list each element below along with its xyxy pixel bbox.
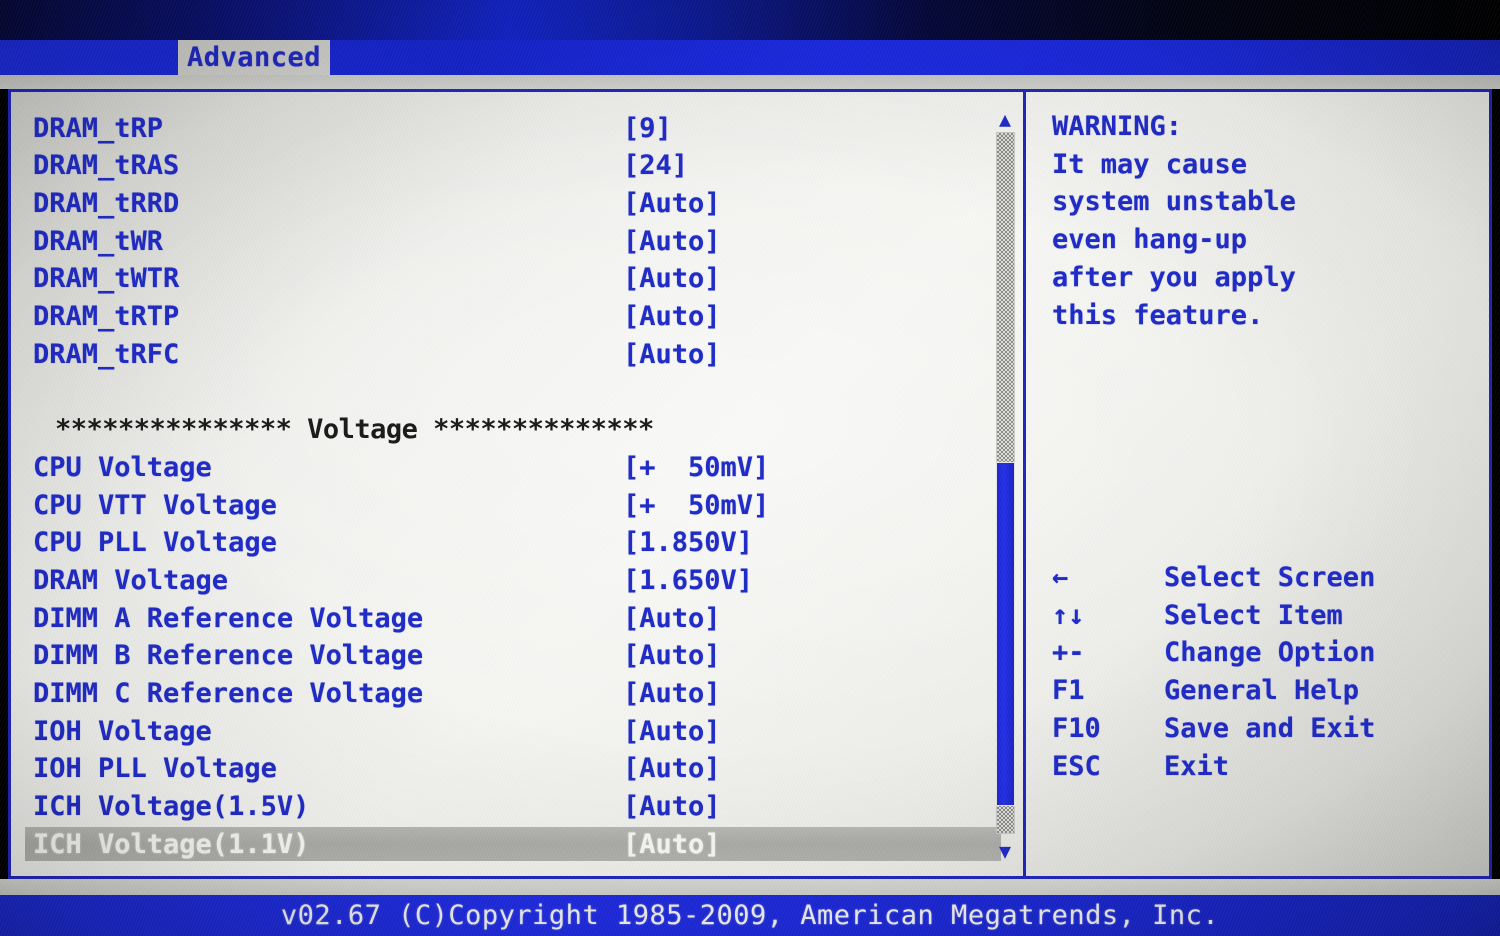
key-legend-row: F10 Save and Exit — [1052, 713, 1472, 744]
setting-value[interactable]: [Auto] — [623, 226, 721, 257]
setting-label: DRAM_tRP — [33, 112, 164, 144]
setting-label: CPU Voltage — [33, 451, 212, 483]
warning-line: system unstable — [1052, 186, 1296, 218]
setting-row[interactable]: DRAM Voltage [1.650V] — [33, 563, 995, 597]
setting-value[interactable]: [+ 50mV] — [623, 452, 769, 483]
setting-row[interactable]: DIMM B Reference Voltage [Auto] — [33, 639, 995, 673]
setting-label: DIMM B Reference Voltage — [33, 640, 424, 672]
warning-line: this feature. — [1052, 299, 1264, 331]
setting-value[interactable]: [1.650V] — [623, 565, 753, 596]
setting-row[interactable]: DRAM_tRTP [Auto] — [33, 300, 995, 334]
warning-line: It may cause — [1052, 148, 1248, 180]
setting-row[interactable]: CPU Voltage [+ 50mV] — [33, 450, 995, 484]
key-legend-description: Change Option — [1164, 637, 1376, 669]
scrollbar-thumb[interactable] — [996, 461, 1015, 806]
setting-label: DRAM Voltage — [33, 564, 229, 596]
key-legend-row: F1 General Help — [1052, 675, 1472, 706]
setting-value[interactable]: [Auto] — [623, 263, 721, 294]
setting-value[interactable]: [Auto] — [623, 339, 721, 370]
setting-value[interactable]: [9] — [623, 113, 672, 144]
key-legend-description: General Help — [1164, 675, 1360, 707]
key-legend-description: Select Item — [1164, 599, 1343, 631]
key-legend-description: Exit — [1164, 750, 1230, 782]
key-legend-key: ↑↓ — [1052, 599, 1085, 631]
warning-line: after you apply — [1052, 261, 1296, 293]
setting-label: CPU VTT Voltage — [33, 489, 277, 521]
setting-row[interactable]: DRAM_tRAS [24] — [33, 149, 995, 183]
setting-row[interactable]: CPU PLL Voltage [1.850V] — [33, 526, 995, 560]
key-legend-row: ← Select Screen — [1052, 562, 1472, 593]
top-gradient-band — [0, 0, 1500, 40]
setting-row[interactable]: ICH Voltage(1.5V) [Auto] — [33, 790, 995, 824]
scrollbar[interactable]: ▲ ▼ — [992, 106, 1018, 862]
setting-value[interactable]: [24] — [623, 150, 688, 181]
setting-row[interactable]: DRAM_tWTR [Auto] — [33, 262, 995, 296]
footer-spacer — [0, 879, 1500, 895]
help-panel: WARNING: It may cause system unstable even … — [1026, 92, 1489, 876]
key-legend-row: ↑↓ Select Item — [1052, 600, 1472, 631]
setting-label: DIMM C Reference Voltage — [33, 678, 424, 709]
scroll-down-arrow-icon[interactable]: ▼ — [994, 841, 1016, 861]
section-header-voltage: *************** Voltage ************** — [55, 414, 654, 446]
tab-advanced[interactable]: Advanced — [178, 40, 330, 75]
scroll-up-arrow-icon[interactable]: ▲ — [994, 109, 1016, 129]
key-legend-key: F10 — [1052, 712, 1101, 744]
settings-list: DRAM_tRP [9] DRAM_tRAS [24] DRAM_tRRD [Auto] D… — [11, 92, 1019, 876]
setting-row[interactable]: CPU VTT Voltage [+ 50mV] — [33, 488, 995, 522]
setting-row-selected[interactable]: ICH Voltage(1.1V) [Auto] — [25, 827, 1001, 862]
setting-label: DRAM_tRRD — [33, 187, 180, 219]
setting-label: DRAM_tWTR — [33, 263, 180, 295]
setting-row[interactable]: IOH PLL Voltage [Auto] — [33, 752, 995, 786]
setting-value[interactable]: [Auto] — [623, 301, 721, 332]
tab-bar-underline — [0, 75, 1500, 89]
setting-row[interactable]: IOH Voltage [Auto] — [33, 714, 995, 748]
setup-panel: DRAM_tRP [9] DRAM_tRAS [24] DRAM_tRRD [Auto] D… — [8, 89, 1492, 879]
setting-label: DRAM_tRTP — [33, 301, 180, 332]
setting-value[interactable]: [Auto] — [623, 716, 721, 747]
setting-label: DIMM A Reference Voltage — [33, 602, 424, 634]
setting-label: CPU PLL Voltage — [33, 527, 277, 559]
setting-label: ICH Voltage(1.5V) — [33, 791, 310, 823]
key-legend-description: Select Screen — [1164, 562, 1376, 593]
setting-value[interactable]: [Auto] — [623, 603, 721, 634]
setting-value[interactable]: [Auto] — [623, 753, 721, 784]
setting-value[interactable]: [Auto] — [623, 640, 721, 671]
key-legend-row: +- Change Option — [1052, 637, 1472, 668]
setting-value[interactable]: [+ 50mV] — [623, 490, 769, 521]
key-legend-key: ESC — [1052, 750, 1101, 782]
setting-value[interactable]: [Auto] — [623, 791, 721, 822]
copyright-footer: v02.67 (C)Copyright 1985-2009, American … — [0, 895, 1500, 936]
warning-line: even hang-up — [1052, 224, 1248, 256]
setting-label: ICH Voltage(1.1V) — [33, 828, 310, 860]
setting-label: IOH Voltage — [33, 715, 212, 747]
setting-value[interactable]: [Auto] — [623, 678, 721, 709]
setting-row[interactable]: DRAM_tRFC [Auto] — [33, 337, 995, 371]
setting-value[interactable]: [Auto] — [623, 829, 721, 860]
key-legend-key: F1 — [1052, 675, 1085, 707]
setting-label: IOH PLL Voltage — [33, 753, 277, 785]
key-legend-key: +- — [1052, 637, 1085, 669]
setting-row[interactable]: DRAM_tRP [9] — [33, 111, 995, 145]
key-legend-description: Save and Exit — [1164, 712, 1376, 744]
setting-label: DRAM_tRFC — [33, 338, 180, 370]
bios-screen: Advanced DRAM_tRP [9] DRAM_tRAS [24] DRAM_tR… — [0, 0, 1500, 936]
warning-title: WARNING: — [1052, 111, 1183, 142]
setting-row[interactable]: DIMM C Reference Voltage [Auto] — [33, 677, 995, 711]
setting-row[interactable]: DRAM_tWR [Auto] — [33, 224, 995, 258]
setting-label: DRAM_tWR — [33, 225, 164, 257]
setting-row[interactable]: DIMM A Reference Voltage [Auto] — [33, 601, 995, 635]
key-legend-row: ESC Exit — [1052, 751, 1472, 782]
setting-row[interactable]: DRAM_tRRD [Auto] — [33, 186, 995, 220]
setting-label: DRAM_tRAS — [33, 150, 180, 182]
key-legend-key: ← — [1052, 562, 1069, 593]
setting-value[interactable]: [Auto] — [623, 188, 721, 219]
setting-value[interactable]: [1.850V] — [623, 527, 753, 558]
